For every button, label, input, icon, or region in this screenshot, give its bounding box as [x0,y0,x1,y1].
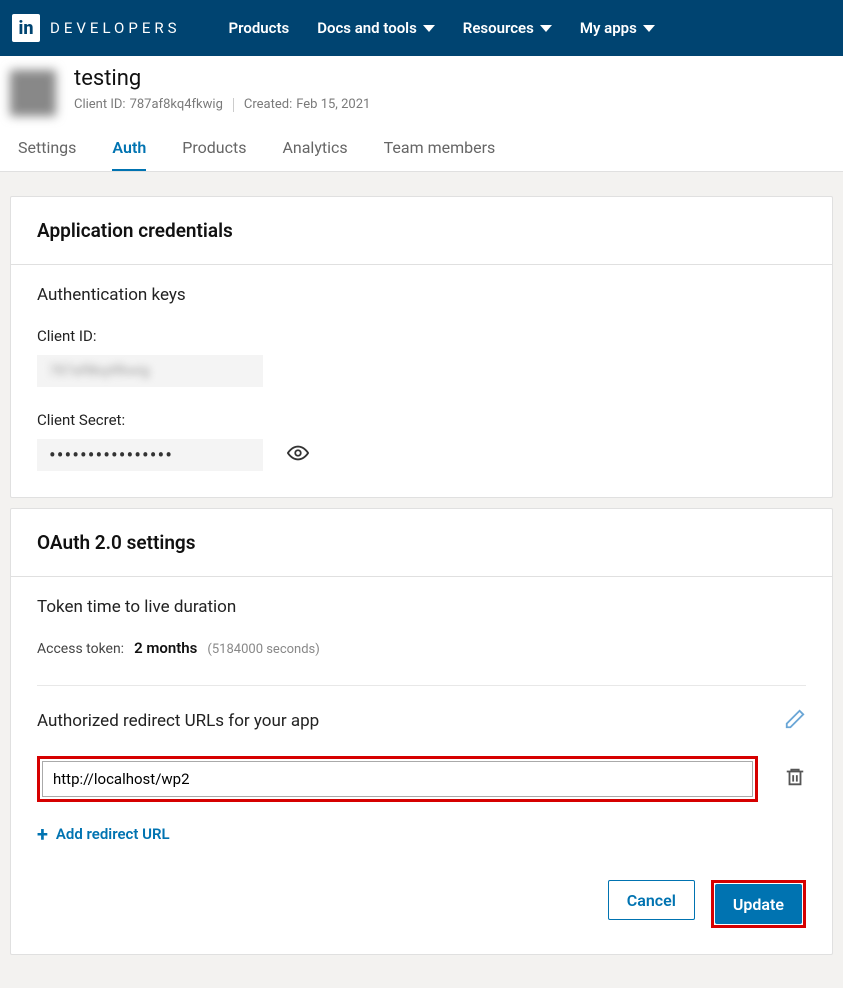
client-id-value: 787af8kq4fkwig [130,97,223,112]
created-value: Feb 15, 2021 [296,97,370,112]
client-secret-display: •••••••••••••••• [37,439,263,471]
access-token-value: 2 months [134,639,197,657]
app-logo-icon [10,70,56,116]
client-id-display: 787af8kq4fkwig [37,355,263,387]
pencil-icon[interactable] [784,708,806,734]
tab-team-members[interactable]: Team members [384,138,496,171]
app-header: testing Client ID: 787af8kq4fkwig Create… [0,56,843,116]
card-application-credentials: Application credentials Authentication k… [10,196,833,498]
eye-icon[interactable] [287,442,309,468]
client-secret-field-label: Client Secret: [37,411,806,429]
tab-auth[interactable]: Auth [112,138,146,171]
linkedin-logo-icon[interactable]: in [12,14,40,42]
client-id-label: Client ID: [74,97,126,112]
caret-down-icon [540,25,552,32]
add-redirect-url-button[interactable]: + Add redirect URL [37,822,806,846]
redirect-url-highlight [37,756,758,802]
credentials-title: Application credentials [37,219,806,242]
access-token-seconds: (5184000 seconds) [207,642,319,657]
nav-products[interactable]: Products [229,19,290,37]
ttl-title: Token time to live duration [37,597,806,617]
access-token-label: Access token: [37,641,124,657]
update-button-highlight: Update [711,880,806,928]
nav-docs-tools[interactable]: Docs and tools [317,19,435,37]
created-label: Created: [244,97,292,112]
top-nav: in DEVELOPERS Products Docs and tools Re… [0,0,843,56]
card-oauth-settings: OAuth 2.0 settings Token time to live du… [10,508,833,955]
update-button[interactable]: Update [715,884,802,924]
nav-my-apps[interactable]: My apps [580,19,655,37]
meta-divider [233,98,234,112]
tab-settings[interactable]: Settings [18,138,76,171]
client-id-field-label: Client ID: [37,327,806,345]
auth-keys-title: Authentication keys [37,285,806,305]
nav-resources[interactable]: Resources [463,19,552,37]
section-divider [37,685,806,686]
caret-down-icon [423,25,435,32]
tabs: Settings Auth Products Analytics Team me… [0,116,843,172]
trash-icon[interactable] [784,765,806,793]
caret-down-icon [643,25,655,32]
tab-products[interactable]: Products [182,138,246,171]
oauth-title: OAuth 2.0 settings [37,531,806,554]
brand-text: DEVELOPERS [50,19,181,37]
add-redirect-label: Add redirect URL [56,825,170,843]
plus-icon: + [37,822,48,846]
cancel-button[interactable]: Cancel [608,880,695,920]
tab-analytics[interactable]: Analytics [282,138,347,171]
app-title: testing [74,66,370,91]
redirect-url-input[interactable] [42,761,753,797]
redirect-urls-title: Authorized redirect URLs for your app [37,711,319,731]
